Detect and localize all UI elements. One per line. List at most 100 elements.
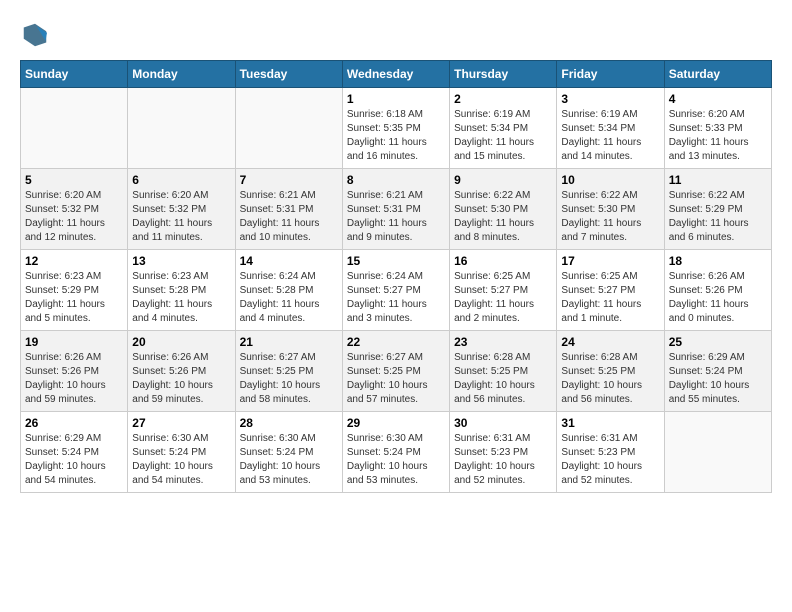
day-info-19: Sunrise: 6:26 AM Sunset: 5:26 PM Dayligh…: [25, 351, 123, 407]
logo: [20, 20, 54, 50]
day-number-26: 26: [25, 416, 123, 430]
header-day-monday: Monday: [128, 61, 235, 88]
day-number-19: 19: [25, 335, 123, 349]
day-cell-25: 25 Sunrise: 6:29 AM Sunset: 5:24 PM Dayli…: [664, 331, 771, 412]
day-number-12: 12: [25, 254, 123, 268]
day-info-28: Sunrise: 6:30 AM Sunset: 5:24 PM Dayligh…: [240, 432, 338, 488]
day-info-3: Sunrise: 6:19 AM Sunset: 5:34 PM Dayligh…: [561, 108, 659, 164]
day-cell-3: 3 Sunrise: 6:19 AM Sunset: 5:34 PM Daylig…: [557, 88, 664, 169]
day-cell-31: 31 Sunrise: 6:31 AM Sunset: 5:23 PM Dayli…: [557, 412, 664, 493]
day-cell-8: 8 Sunrise: 6:21 AM Sunset: 5:31 PM Daylig…: [342, 169, 449, 250]
day-info-17: Sunrise: 6:25 AM Sunset: 5:27 PM Dayligh…: [561, 270, 659, 326]
day-cell-9: 9 Sunrise: 6:22 AM Sunset: 5:30 PM Daylig…: [450, 169, 557, 250]
day-number-15: 15: [347, 254, 445, 268]
day-number-2: 2: [454, 92, 552, 106]
day-info-1: Sunrise: 6:18 AM Sunset: 5:35 PM Dayligh…: [347, 108, 445, 164]
day-info-31: Sunrise: 6:31 AM Sunset: 5:23 PM Dayligh…: [561, 432, 659, 488]
calendar-body: 1 Sunrise: 6:18 AM Sunset: 5:35 PM Daylig…: [21, 88, 772, 493]
day-cell-30: 30 Sunrise: 6:31 AM Sunset: 5:23 PM Dayli…: [450, 412, 557, 493]
week-row-2: 5 Sunrise: 6:20 AM Sunset: 5:32 PM Daylig…: [21, 169, 772, 250]
empty-cell: [235, 88, 342, 169]
day-cell-7: 7Sunrise: 6:21 AM Sunset: 5:31 PM Daylig…: [235, 169, 342, 250]
day-cell-1: 1 Sunrise: 6:18 AM Sunset: 5:35 PM Daylig…: [342, 88, 449, 169]
day-cell-15: 15 Sunrise: 6:24 AM Sunset: 5:27 PM Dayli…: [342, 250, 449, 331]
day-info-18: Sunrise: 6:26 AM Sunset: 5:26 PM Dayligh…: [669, 270, 767, 326]
day-number-3: 3: [561, 92, 659, 106]
day-info-15: Sunrise: 6:24 AM Sunset: 5:27 PM Dayligh…: [347, 270, 445, 326]
day-number-21: 21: [240, 335, 338, 349]
day-info-8: Sunrise: 6:21 AM Sunset: 5:31 PM Dayligh…: [347, 189, 445, 245]
day-number-11: 11: [669, 173, 767, 187]
day-info-16: Sunrise: 6:25 AM Sunset: 5:27 PM Dayligh…: [454, 270, 552, 326]
day-number-22: 22: [347, 335, 445, 349]
day-info-20: Sunrise: 6:26 AM Sunset: 5:26 PM Dayligh…: [132, 351, 230, 407]
day-info-23: Sunrise: 6:28 AM Sunset: 5:25 PM Dayligh…: [454, 351, 552, 407]
header-day-sunday: Sunday: [21, 61, 128, 88]
day-number-23: 23: [454, 335, 552, 349]
day-cell-22: 22 Sunrise: 6:27 AM Sunset: 5:25 PM Dayli…: [342, 331, 449, 412]
day-cell-11: 11 Sunrise: 6:22 AM Sunset: 5:29 PM Dayli…: [664, 169, 771, 250]
calendar-table: SundayMondayTuesdayWednesdayThursdayFrid…: [20, 60, 772, 493]
day-number-28: 28: [240, 416, 338, 430]
day-number-8: 8: [347, 173, 445, 187]
day-number-13: 13: [132, 254, 230, 268]
day-number-18: 18: [669, 254, 767, 268]
day-cell-27: 27Sunrise: 6:30 AM Sunset: 5:24 PM Dayli…: [128, 412, 235, 493]
day-cell-28: 28 Sunrise: 6:30 AM Sunset: 5:24 PM Dayli…: [235, 412, 342, 493]
day-info-29: Sunrise: 6:30 AM Sunset: 5:24 PM Dayligh…: [347, 432, 445, 488]
header-day-thursday: Thursday: [450, 61, 557, 88]
day-number-16: 16: [454, 254, 552, 268]
day-info-6: Sunrise: 6:20 AM Sunset: 5:32 PM Dayligh…: [132, 189, 230, 245]
day-number-4: 4: [669, 92, 767, 106]
day-info-12: Sunrise: 6:23 AM Sunset: 5:29 PM Dayligh…: [25, 270, 123, 326]
day-info-26: Sunrise: 6:29 AM Sunset: 5:24 PM Dayligh…: [25, 432, 123, 488]
day-number-7: 7: [240, 173, 338, 187]
day-cell-4: 4 Sunrise: 6:20 AM Sunset: 5:33 PM Daylig…: [664, 88, 771, 169]
day-number-30: 30: [454, 416, 552, 430]
day-cell-16: 16 Sunrise: 6:25 AM Sunset: 5:27 PM Dayli…: [450, 250, 557, 331]
day-info-11: Sunrise: 6:22 AM Sunset: 5:29 PM Dayligh…: [669, 189, 767, 245]
day-info-9: Sunrise: 6:22 AM Sunset: 5:30 PM Dayligh…: [454, 189, 552, 245]
day-info-2: Sunrise: 6:19 AM Sunset: 5:34 PM Dayligh…: [454, 108, 552, 164]
page-header: [20, 20, 772, 50]
day-cell-20: 20 Sunrise: 6:26 AM Sunset: 5:26 PM Dayli…: [128, 331, 235, 412]
day-cell-10: 10Sunrise: 6:22 AM Sunset: 5:30 PM Dayli…: [557, 169, 664, 250]
day-info-30: Sunrise: 6:31 AM Sunset: 5:23 PM Dayligh…: [454, 432, 552, 488]
day-number-25: 25: [669, 335, 767, 349]
day-info-21: Sunrise: 6:27 AM Sunset: 5:25 PM Dayligh…: [240, 351, 338, 407]
day-cell-19: 19 Sunrise: 6:26 AM Sunset: 5:26 PM Dayli…: [21, 331, 128, 412]
day-info-10: Sunrise: 6:22 AM Sunset: 5:30 PM Dayligh…: [561, 189, 659, 245]
day-cell-24: 24Sunrise: 6:28 AM Sunset: 5:25 PM Dayli…: [557, 331, 664, 412]
day-number-14: 14: [240, 254, 338, 268]
day-number-17: 17: [561, 254, 659, 268]
header-day-wednesday: Wednesday: [342, 61, 449, 88]
empty-cell: [664, 412, 771, 493]
week-row-4: 19 Sunrise: 6:26 AM Sunset: 5:26 PM Dayli…: [21, 331, 772, 412]
week-row-1: 1 Sunrise: 6:18 AM Sunset: 5:35 PM Daylig…: [21, 88, 772, 169]
header-day-tuesday: Tuesday: [235, 61, 342, 88]
day-info-5: Sunrise: 6:20 AM Sunset: 5:32 PM Dayligh…: [25, 189, 123, 245]
week-row-3: 12 Sunrise: 6:23 AM Sunset: 5:29 PM Dayli…: [21, 250, 772, 331]
day-cell-13: 13Sunrise: 6:23 AM Sunset: 5:28 PM Dayli…: [128, 250, 235, 331]
header-day-friday: Friday: [557, 61, 664, 88]
day-info-4: Sunrise: 6:20 AM Sunset: 5:33 PM Dayligh…: [669, 108, 767, 164]
day-number-5: 5: [25, 173, 123, 187]
day-cell-26: 26 Sunrise: 6:29 AM Sunset: 5:24 PM Dayli…: [21, 412, 128, 493]
day-info-25: Sunrise: 6:29 AM Sunset: 5:24 PM Dayligh…: [669, 351, 767, 407]
day-number-1: 1: [347, 92, 445, 106]
day-info-14: Sunrise: 6:24 AM Sunset: 5:28 PM Dayligh…: [240, 270, 338, 326]
day-cell-14: 14 Sunrise: 6:24 AM Sunset: 5:28 PM Dayli…: [235, 250, 342, 331]
day-cell-29: 29 Sunrise: 6:30 AM Sunset: 5:24 PM Dayli…: [342, 412, 449, 493]
day-cell-2: 2 Sunrise: 6:19 AM Sunset: 5:34 PM Daylig…: [450, 88, 557, 169]
header-row: SundayMondayTuesdayWednesdayThursdayFrid…: [21, 61, 772, 88]
day-info-22: Sunrise: 6:27 AM Sunset: 5:25 PM Dayligh…: [347, 351, 445, 407]
day-number-9: 9: [454, 173, 552, 187]
day-cell-17: 17 Sunrise: 6:25 AM Sunset: 5:27 PM Dayli…: [557, 250, 664, 331]
day-number-20: 20: [132, 335, 230, 349]
day-info-24: Sunrise: 6:28 AM Sunset: 5:25 PM Dayligh…: [561, 351, 659, 407]
week-row-5: 26 Sunrise: 6:29 AM Sunset: 5:24 PM Dayli…: [21, 412, 772, 493]
day-cell-21: 21 Sunrise: 6:27 AM Sunset: 5:25 PM Dayli…: [235, 331, 342, 412]
day-number-29: 29: [347, 416, 445, 430]
day-number-31: 31: [561, 416, 659, 430]
day-cell-23: 23 Sunrise: 6:28 AM Sunset: 5:25 PM Dayli…: [450, 331, 557, 412]
